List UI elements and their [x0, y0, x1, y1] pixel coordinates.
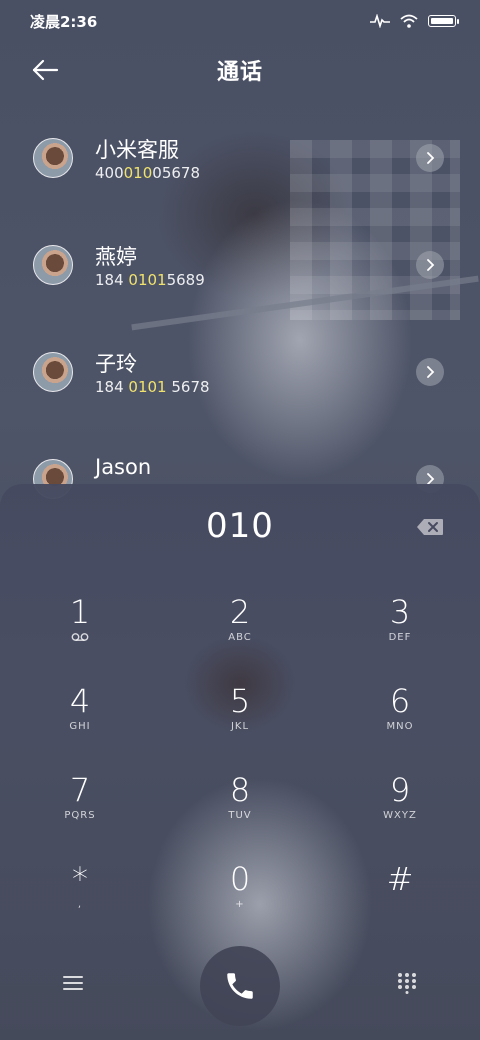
contact-number: 184 01015689 — [95, 271, 205, 289]
phone-icon — [227, 973, 253, 999]
key-1[interactable]: 1 — [20, 594, 140, 664]
key-letters: GHI — [69, 721, 91, 732]
contact-detail-button[interactable] — [416, 358, 444, 386]
back-arrow-icon[interactable] — [30, 56, 60, 84]
activity-icon — [370, 14, 390, 28]
contact-name: 小米客服 — [95, 138, 179, 162]
chevron-right-icon — [427, 259, 435, 271]
key-digit: # — [386, 860, 414, 898]
key-digit: 9 — [389, 771, 411, 809]
wifi-icon — [400, 14, 418, 28]
chevron-right-icon — [427, 366, 435, 378]
key-digit: 4 — [69, 682, 91, 720]
key-6[interactable]: 6 MNO — [340, 683, 460, 753]
key-4[interactable]: 4 GHI — [20, 683, 140, 753]
avatar — [33, 245, 73, 285]
key-letters: ABC — [228, 632, 252, 643]
key-star[interactable]: * , — [20, 861, 140, 931]
key-letters: + — [235, 899, 245, 910]
number-part: 184 — [95, 378, 129, 396]
contact-name: 子玲 — [95, 352, 137, 376]
key-letters: DEF — [388, 632, 412, 643]
key-letters: JKL — [230, 721, 250, 732]
key-digit: 3 — [389, 593, 411, 631]
key-2[interactable]: 2 ABC — [180, 594, 300, 664]
dialpad-panel: 010 1 2 ABC 3 DEF 4 GHI 5 JKL 6 MNO 7 PQ… — [0, 484, 480, 1040]
status-bar: 凌晨2:36 — [0, 0, 480, 42]
chevron-right-icon — [427, 152, 435, 164]
number-match-highlight: 010 — [123, 164, 153, 182]
header: 通话 — [0, 48, 480, 92]
call-button[interactable] — [200, 946, 280, 1026]
key-9[interactable]: 9 WXYZ — [340, 772, 460, 842]
avatar — [33, 352, 73, 392]
battery-icon — [428, 15, 459, 27]
key-0[interactable]: 0 + — [180, 861, 300, 931]
key-letters: WXYZ — [383, 810, 417, 821]
number-part: 5689 — [166, 271, 205, 289]
key-7[interactable]: 7 PQRS — [20, 772, 140, 842]
contact-number: 184 0101 5678 — [95, 378, 210, 396]
key-digit: * — [72, 860, 88, 898]
contact-item[interactable]: 子玲 184 0101 5678 — [0, 334, 480, 441]
menu-icon[interactable] — [62, 974, 84, 992]
dialed-number: 010 — [206, 506, 274, 546]
key-digit: 6 — [389, 682, 411, 720]
key-digit: 7 — [69, 771, 91, 809]
key-letters: MNO — [386, 721, 414, 732]
key-digit: 1 — [69, 593, 91, 631]
contact-detail-button[interactable] — [416, 144, 444, 172]
number-part: 5678 — [166, 378, 210, 396]
key-digit: 5 — [229, 682, 251, 720]
key-8[interactable]: 8 TUV — [180, 772, 300, 842]
key-3[interactable]: 3 DEF — [340, 594, 460, 664]
contact-item[interactable]: 小米客服 40001005678 — [0, 120, 480, 227]
contact-detail-button[interactable] — [416, 251, 444, 279]
voicemail-icon — [20, 632, 140, 646]
key-hash[interactable]: # — [340, 861, 460, 931]
contact-name: Jason — [95, 455, 152, 479]
number-part: 400 — [95, 164, 124, 182]
key-5[interactable]: 5 JKL — [180, 683, 300, 753]
contact-name: 燕婷 — [95, 245, 137, 269]
backspace-icon[interactable] — [416, 518, 444, 536]
key-letters — [340, 899, 460, 913]
key-letters: , — [77, 899, 83, 910]
key-letters: PQRS — [64, 810, 96, 821]
number-part: 184 — [95, 271, 129, 289]
status-time: 凌晨2:36 — [30, 12, 98, 31]
keypad-toggle-icon[interactable] — [396, 972, 418, 994]
avatar — [33, 138, 73, 178]
page-title: 通话 — [216, 60, 263, 85]
key-digit: 2 — [229, 593, 251, 631]
number-match-highlight: 0101 — [128, 271, 167, 289]
key-digit: 8 — [229, 771, 251, 809]
number-part: 05678 — [152, 164, 200, 182]
key-digit: 0 — [229, 860, 251, 898]
contact-item[interactable]: 燕婷 184 01015689 — [0, 227, 480, 334]
number-match-highlight: 0101 — [128, 378, 167, 396]
status-icons — [370, 14, 459, 28]
contact-number: 40001005678 — [95, 164, 200, 182]
key-letters: TUV — [228, 810, 252, 821]
